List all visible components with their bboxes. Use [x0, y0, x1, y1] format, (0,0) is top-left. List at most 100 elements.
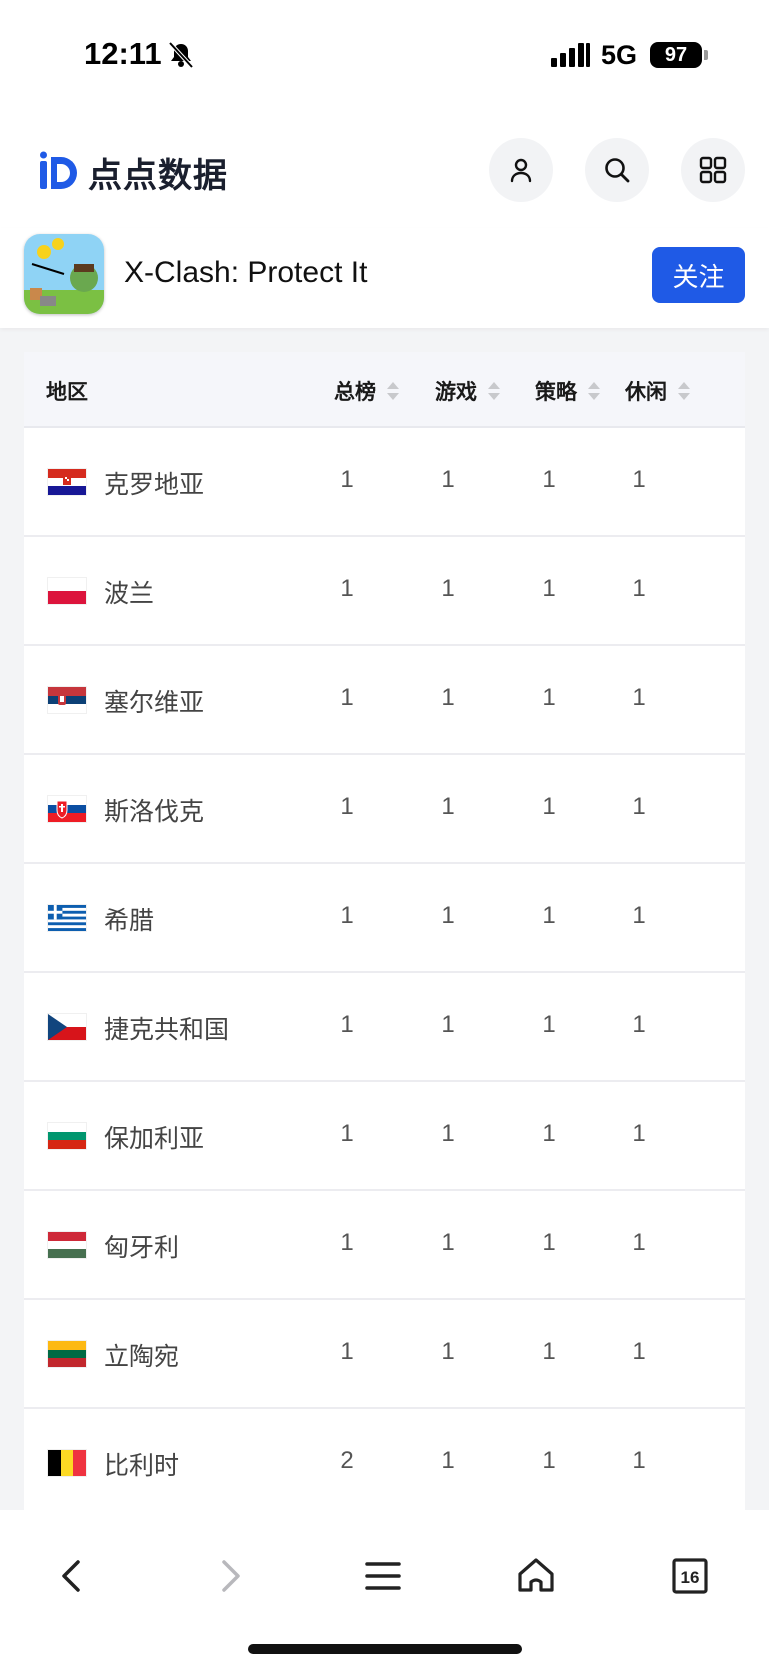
tabs-icon: 16	[672, 1558, 708, 1594]
rank-casual: 1	[632, 1011, 646, 1038]
rank-strategy: 1	[542, 902, 556, 929]
table-row[interactable]: 波兰 1 1 1 1	[24, 537, 745, 646]
rank-overall: 1	[340, 902, 354, 929]
sort-icon	[678, 382, 690, 400]
rank-overall: 1	[340, 793, 354, 820]
rank-overall: 2	[340, 1447, 354, 1474]
app-name: X-Clash: Protect It	[124, 256, 368, 289]
home-button[interactable]	[506, 1546, 566, 1606]
rank-strategy: 1	[542, 466, 556, 493]
search-button[interactable]	[585, 138, 649, 202]
table-header: 地区 总榜 游戏 策略 休闲	[24, 352, 745, 428]
column-header-overall[interactable]: 总榜	[334, 376, 400, 406]
rank-casual: 1	[632, 902, 646, 929]
signal-icon	[551, 43, 590, 67]
search-icon	[605, 158, 630, 183]
country-name: 克罗地亚	[104, 470, 205, 499]
bulgaria-flag-icon	[48, 1123, 86, 1149]
country-name: 希腊	[104, 906, 155, 935]
app-icon[interactable]	[24, 234, 104, 314]
table-row[interactable]: 希腊 1 1 1 1	[24, 864, 745, 973]
chevron-right-icon	[222, 1560, 240, 1592]
table-row[interactable]: 保加利亚 1 1 1 1	[24, 1082, 745, 1191]
sort-icon	[588, 382, 600, 400]
user-button[interactable]	[489, 138, 553, 202]
rank-strategy: 1	[542, 684, 556, 711]
rank-strategy: 1	[542, 1447, 556, 1474]
app-artwork	[24, 234, 104, 314]
back-button[interactable]	[42, 1546, 102, 1606]
ranking-table: 地区 总榜 游戏 策略 休闲 克罗地亚 1 1 1 1 波兰 1 1 1 1 塞…	[24, 352, 745, 1518]
status-bar: 12:11 5G 97	[0, 0, 769, 118]
rank-strategy: 1	[542, 1011, 556, 1038]
table-row[interactable]: 立陶宛 1 1 1 1	[24, 1300, 745, 1409]
country-name: 比利时	[104, 1451, 180, 1480]
chevron-left-icon	[62, 1560, 80, 1592]
rank-games: 1	[441, 1338, 455, 1365]
rank-strategy: 1	[542, 793, 556, 820]
rank-casual: 1	[632, 684, 646, 711]
table-row[interactable]: 克罗地亚 1 1 1 1	[24, 428, 745, 537]
column-header-region: 地区	[46, 380, 88, 404]
country-name: 塞尔维亚	[104, 688, 205, 717]
table-row[interactable]: 斯洛伐克 1 1 1 1	[24, 755, 745, 864]
rank-casual: 1	[632, 1120, 646, 1147]
rank-games: 1	[441, 902, 455, 929]
rank-overall: 1	[340, 1338, 354, 1365]
grid-icon	[699, 156, 727, 184]
home-icon	[518, 1558, 554, 1592]
network-type: 5G	[601, 40, 638, 70]
menu-grid-button[interactable]	[681, 138, 745, 202]
battery-level: 97	[650, 42, 702, 68]
sort-icon	[387, 382, 399, 400]
country-name: 匈牙利	[104, 1233, 180, 1262]
rank-strategy: 1	[542, 575, 556, 602]
table-row[interactable]: 比利时 2 1 1 1	[24, 1409, 745, 1518]
forward-button[interactable]	[200, 1546, 260, 1606]
table-row[interactable]: 匈牙利 1 1 1 1	[24, 1191, 745, 1300]
country-name: 斯洛伐克	[104, 797, 205, 826]
belgium-flag-icon	[48, 1450, 86, 1476]
serbia-flag-icon	[48, 687, 86, 713]
rank-overall: 1	[340, 1011, 354, 1038]
battery-cap	[704, 50, 708, 60]
brand-name: 点点数据	[88, 156, 228, 196]
browser-toolbar: 16	[0, 1510, 769, 1665]
table-row[interactable]: 塞尔维亚 1 1 1 1	[24, 646, 745, 755]
rank-casual: 1	[632, 575, 646, 602]
rank-casual: 1	[632, 1229, 646, 1256]
bell-muted-icon	[168, 41, 194, 69]
rank-games: 1	[441, 1120, 455, 1147]
tabs-button[interactable]: 16	[660, 1546, 720, 1606]
hungary-flag-icon	[48, 1232, 86, 1258]
slovakia-flag-icon	[48, 796, 86, 822]
hamburger-menu-icon	[365, 1562, 401, 1590]
status-time: 12:11	[84, 36, 162, 71]
rank-casual: 1	[632, 793, 646, 820]
column-header-games[interactable]: 游戏	[435, 376, 501, 406]
site-header: 点点数据	[0, 118, 769, 228]
rank-games: 1	[441, 575, 455, 602]
user-icon	[510, 158, 532, 183]
tabs-count: 16	[681, 1568, 700, 1587]
greece-flag-icon	[48, 905, 86, 931]
rank-overall: 1	[340, 466, 354, 493]
table-row[interactable]: 捷克共和国 1 1 1 1	[24, 973, 745, 1082]
rank-casual: 1	[632, 466, 646, 493]
column-header-strategy[interactable]: 策略	[535, 376, 601, 406]
home-indicator	[248, 1644, 522, 1654]
rank-games: 1	[441, 1011, 455, 1038]
rank-overall: 1	[340, 1229, 354, 1256]
brand-logo[interactable]: 点点数据	[38, 148, 228, 197]
rank-strategy: 1	[542, 1120, 556, 1147]
rank-overall: 1	[340, 684, 354, 711]
logo-icon	[40, 151, 77, 189]
rank-games: 1	[441, 1229, 455, 1256]
rank-overall: 1	[340, 1120, 354, 1147]
rank-strategy: 1	[542, 1229, 556, 1256]
sort-icon	[488, 382, 500, 400]
follow-button[interactable]: 关注	[652, 247, 745, 303]
menu-button[interactable]	[353, 1546, 413, 1606]
column-header-casual[interactable]: 休闲	[625, 376, 691, 406]
rank-games: 1	[441, 1447, 455, 1474]
